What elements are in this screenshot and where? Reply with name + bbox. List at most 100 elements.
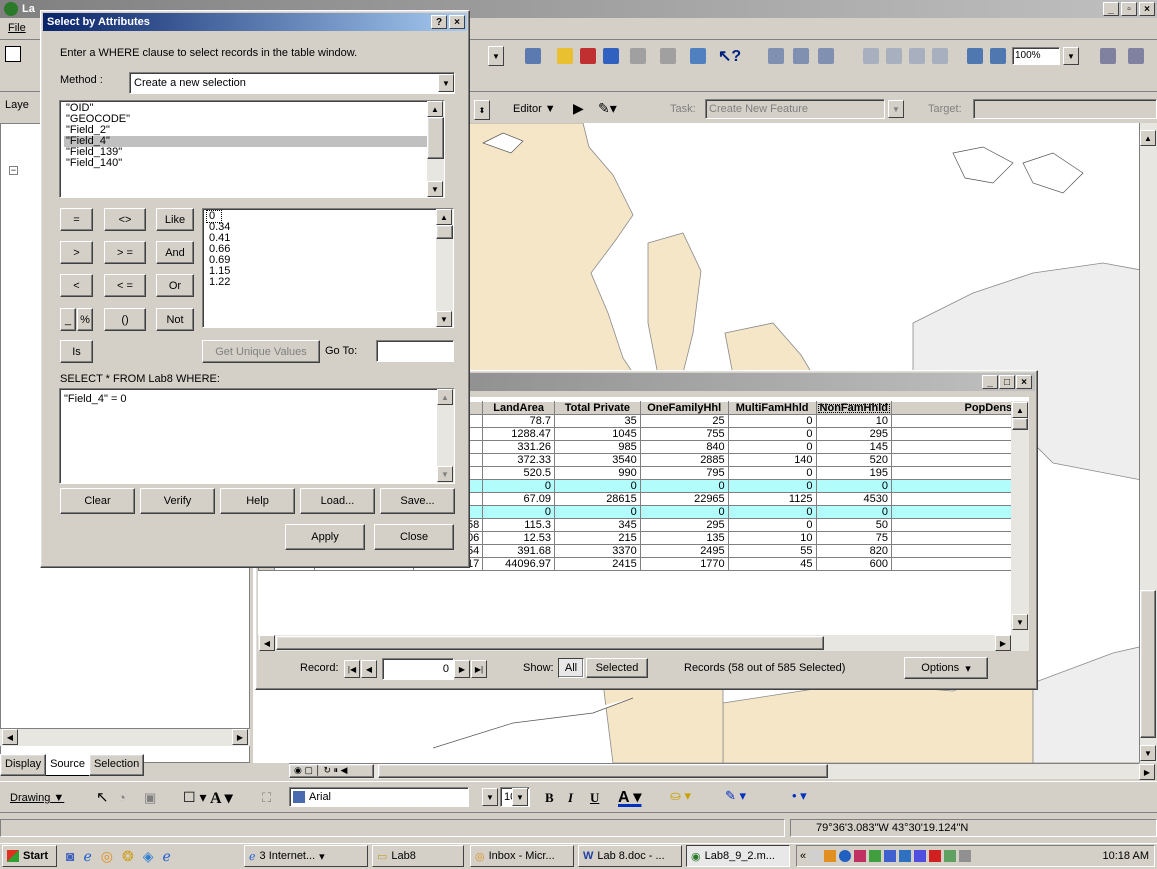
table-cell-multi[interactable]: 0	[727, 466, 817, 480]
fill-color-icon[interactable]: ⛀ ▾	[670, 788, 691, 804]
next-record-icon[interactable]: ▶	[454, 660, 470, 678]
table-cell-pop[interactable]	[891, 557, 1029, 571]
load-button[interactable]: Load...	[300, 488, 375, 514]
op-underscore-button[interactable]: _	[60, 308, 76, 331]
prev-record-icon[interactable]: ◀	[361, 660, 377, 678]
table-cell-multi[interactable]: 140	[727, 453, 817, 467]
table-close-icon[interactable]: ×	[1016, 375, 1032, 389]
table-cell-pop[interactable]	[891, 466, 1029, 480]
tab-selection[interactable]: Selection	[88, 754, 145, 776]
op-less-equal-button[interactable]: < =	[104, 274, 146, 297]
marker-color-icon[interactable]: • ▾	[792, 788, 807, 804]
toolbox-icon[interactable]	[580, 48, 596, 64]
table-cell-total[interactable]: 1045	[554, 427, 641, 441]
zoom-dropdown-icon[interactable]: ▼	[1063, 47, 1079, 65]
table-cell-one[interactable]: 25	[639, 414, 729, 428]
op-not-button[interactable]: Not	[156, 308, 194, 331]
table-cell-pop[interactable]: 13	[891, 492, 1029, 506]
table-cell-multi[interactable]: 0	[727, 479, 817, 493]
column-header-landarea[interactable]: LandArea	[482, 401, 555, 415]
table-cell-non[interactable]: 0	[815, 505, 893, 519]
taskbar-item-lab8[interactable]: ▭ Lab8	[372, 845, 464, 867]
column-header-onefamily[interactable]: OneFamilyHhl	[639, 401, 729, 415]
table-cell-multi[interactable]: 55	[727, 544, 817, 558]
table-scroll-down-icon[interactable]: ▼	[1012, 614, 1028, 630]
field-item[interactable]: "GEOCODE"	[64, 114, 444, 125]
unique-value-item[interactable]: 0.41	[207, 233, 453, 244]
op-greater-equal-button[interactable]: > =	[104, 241, 146, 264]
taskbar-item-internet[interactable]: ℯ 3 Internet... ▾	[244, 845, 368, 867]
table-cell-land[interactable]: 391.68	[482, 544, 555, 558]
table-cell-total[interactable]: 35	[554, 414, 641, 428]
unique-value-item[interactable]: 1.15	[207, 266, 453, 277]
save-button[interactable]: Save...	[380, 488, 455, 514]
tab-display[interactable]: Display	[0, 754, 47, 776]
table-cell-one[interactable]: 1770	[639, 557, 729, 571]
tray-icon-3[interactable]	[839, 850, 852, 862]
table-cell-one[interactable]: 2885	[639, 453, 729, 467]
table-cell-land[interactable]: 115.3	[482, 518, 555, 532]
unique-value-item[interactable]: 0.34	[207, 222, 453, 233]
add-data-icon[interactable]	[557, 48, 573, 64]
table-cell-one[interactable]: 755	[639, 427, 729, 441]
table-cell-land[interactable]: 44096.97	[482, 557, 555, 571]
toc-scroll-right-icon[interactable]: ▶	[232, 729, 248, 745]
map-scroll-up-icon[interactable]: ▲	[1140, 130, 1156, 146]
task-dropdown-icon[interactable]: ▼	[888, 100, 904, 118]
show-selected-button[interactable]: Selected	[586, 658, 648, 678]
ie-icon[interactable]: ℯ	[83, 848, 91, 866]
first-record-icon[interactable]: |◀	[344, 660, 360, 678]
table-scroll-right-icon[interactable]: ▶	[995, 635, 1011, 651]
map-scroll-right-icon[interactable]: ▶	[1139, 764, 1155, 780]
close-button[interactable]: Close	[374, 524, 454, 550]
table-hscroll-thumb[interactable]	[276, 636, 824, 650]
table-cell-land[interactable]: 331.26	[482, 440, 555, 454]
where-scroll-up-icon[interactable]: ▲	[437, 389, 453, 405]
table-cell-one[interactable]: 2495	[639, 544, 729, 558]
font-name-dropdown-icon[interactable]: ▼	[482, 788, 498, 806]
table-cell-multi[interactable]: 0	[727, 440, 817, 454]
ie2-icon[interactable]: ℯ	[163, 848, 171, 866]
table-cell-multi[interactable]: 10	[727, 531, 817, 545]
window-icon[interactable]	[603, 48, 619, 64]
method-select[interactable]: Create a new selection	[129, 72, 455, 94]
table-cell-pop[interactable]	[891, 544, 1029, 558]
unique-value-item[interactable]: 0.69	[207, 255, 453, 266]
tray-icon-10[interactable]	[944, 850, 957, 862]
op-parentheses-button[interactable]: ()	[104, 308, 146, 331]
scale-dropdown-icon[interactable]: ▼	[488, 46, 504, 66]
full-extent-icon[interactable]	[909, 48, 925, 64]
table-cell-land[interactable]: 78.7	[482, 414, 555, 428]
table-cell-total[interactable]: 3540	[554, 453, 641, 467]
table-cell-multi[interactable]: 1125	[727, 492, 817, 506]
italic-icon[interactable]: I	[568, 790, 573, 806]
map-scroll-down-icon[interactable]: ▼	[1140, 745, 1156, 761]
tray-icon-7[interactable]	[899, 850, 912, 862]
fields-list[interactable]: "OID" "GEOCODE" "Field_2" "Field_4" "Field_1…	[59, 100, 445, 198]
options-button[interactable]: Options ▾	[904, 657, 988, 679]
edit-tool-icon[interactable]	[525, 48, 541, 64]
map-hscroll-thumb[interactable]	[378, 764, 828, 778]
table-scroll-up-icon[interactable]: ▲	[1012, 402, 1028, 418]
table-cell-total[interactable]: 0	[554, 505, 641, 519]
table-cell-land[interactable]: 1288.47	[482, 427, 555, 441]
underline-icon[interactable]: U	[590, 790, 599, 806]
table-vscroll-thumb[interactable]	[1012, 418, 1028, 430]
table-cell-total[interactable]: 0	[554, 479, 641, 493]
catalog-icon[interactable]	[690, 48, 706, 64]
table-cell-land[interactable]: 0	[482, 505, 555, 519]
table-cell-non[interactable]: 75	[815, 531, 893, 545]
verify-button[interactable]: Verify	[140, 488, 215, 514]
tray-icon-4[interactable]	[854, 850, 867, 862]
table-cell-total[interactable]: 2415	[554, 557, 641, 571]
op-and-button[interactable]: And	[156, 241, 194, 264]
map-vscroll-thumb[interactable]	[1140, 590, 1156, 738]
table-cell-non[interactable]: 10	[815, 414, 893, 428]
column-header-total-private[interactable]: Total Private	[554, 401, 641, 415]
fields-scroll-up-icon[interactable]: ▲	[427, 101, 443, 117]
dialog-close-icon[interactable]: ×	[449, 15, 465, 29]
table-scroll-left-icon[interactable]: ◀	[259, 635, 275, 651]
taskbar-item-inbox[interactable]: ◎ Inbox - Micr...	[470, 845, 574, 867]
tab-source[interactable]: Source	[46, 754, 89, 776]
show-all-button[interactable]: All	[558, 658, 584, 678]
